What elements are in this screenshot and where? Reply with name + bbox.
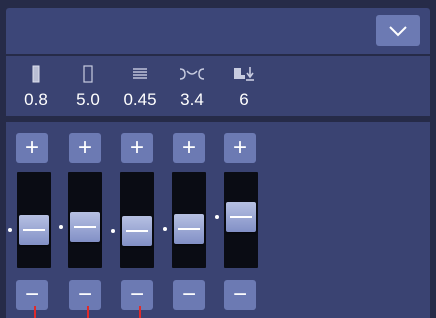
readout-stitch-width: 0.8 xyxy=(10,64,62,110)
readout-presser-foot-pressure: 6 xyxy=(218,64,270,110)
stitch-density-increase-button[interactable]: + xyxy=(121,133,153,163)
stitch-width-value: 0.8 xyxy=(24,90,48,109)
slider-thumb[interactable] xyxy=(226,202,256,232)
chevron-down-icon xyxy=(389,25,407,36)
slider-thumb[interactable] xyxy=(174,214,204,244)
stitch-width-increase-button[interactable]: + xyxy=(16,133,48,163)
stitch-density-decrease-button[interactable]: − xyxy=(121,280,153,310)
default-marker xyxy=(8,228,12,232)
thread-tension-increase-button[interactable]: + xyxy=(173,133,205,163)
thread-tension-slider[interactable] xyxy=(172,172,206,268)
slider-thumb[interactable] xyxy=(122,216,152,246)
position-indicator xyxy=(34,306,36,318)
thread-tension-value: 3.4 xyxy=(180,90,204,109)
stitch-length-decrease-button[interactable]: − xyxy=(69,280,101,310)
presser-foot-pressure-value: 6 xyxy=(239,90,249,109)
presser-foot-decrease-button[interactable]: − xyxy=(224,280,256,310)
stitch-density-slider[interactable] xyxy=(120,172,154,268)
default-marker xyxy=(59,225,63,229)
readout-stitch-density: 0.45 xyxy=(114,64,166,110)
tension-icon xyxy=(179,68,205,80)
presser-foot-icon xyxy=(234,67,254,81)
readout-thread-tension: 3.4 xyxy=(166,64,218,110)
collapse-button[interactable] xyxy=(376,15,420,46)
position-indicator xyxy=(139,306,141,318)
stitch-length-icon xyxy=(83,65,93,83)
default-marker xyxy=(215,215,219,219)
stitch-width-decrease-button[interactable]: − xyxy=(16,280,48,310)
stitch-width-slider[interactable] xyxy=(17,172,51,268)
stitch-density-icon xyxy=(133,68,147,79)
stitch-length-value: 5.0 xyxy=(76,90,100,109)
stitch-settings-readout: 0.8 5.0 0.45 3.4 6 xyxy=(6,56,430,116)
presser-foot-slider[interactable] xyxy=(224,172,258,268)
presser-foot-increase-button[interactable]: + xyxy=(224,133,256,163)
stitch-width-icon xyxy=(32,65,40,83)
slider-thumb[interactable] xyxy=(70,212,100,242)
stitch-length-increase-button[interactable]: + xyxy=(69,133,101,163)
stitch-length-slider[interactable] xyxy=(68,172,102,268)
top-bar xyxy=(6,8,430,54)
default-marker xyxy=(163,227,167,231)
readout-stitch-length: 5.0 xyxy=(62,64,114,110)
position-indicator xyxy=(87,306,89,318)
default-marker xyxy=(111,229,115,233)
slider-thumb[interactable] xyxy=(19,215,49,245)
thread-tension-decrease-button[interactable]: − xyxy=(173,280,205,310)
stitch-density-value: 0.45 xyxy=(123,90,157,109)
